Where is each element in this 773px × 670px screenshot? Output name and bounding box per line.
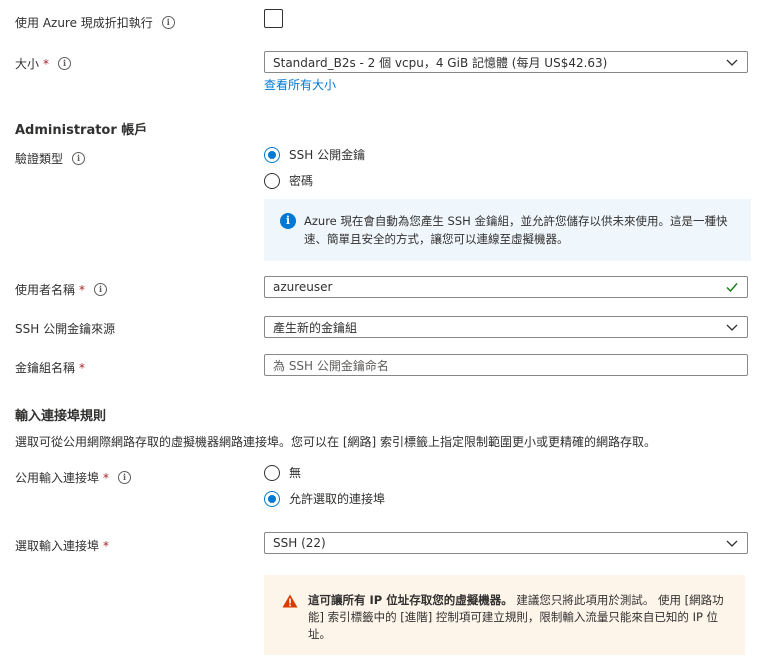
ssh-source-dropdown[interactable]: 產生新的金鑰組 [264, 316, 748, 338]
required-asterisk: * [103, 538, 110, 553]
required-asterisk: * [103, 470, 110, 485]
auth-ssh-radio[interactable]: SSH 公開金鑰 [264, 146, 365, 163]
auth-password-radio[interactable]: 密碼 [264, 172, 313, 189]
required-asterisk: * [79, 282, 86, 297]
size-dropdown[interactable]: Standard_B2s - 2 個 vcpu，4 GiB 記憶體 (每月 US… [264, 51, 748, 73]
admin-section-title: Administrator 帳戶 [15, 123, 148, 138]
info-icon[interactable]: i [72, 152, 86, 165]
warning-icon [282, 594, 298, 608]
inbound-none-radio[interactable]: 無 [264, 464, 301, 481]
auth-type-label: 驗證類型 i [15, 150, 86, 167]
info-icon: i [280, 213, 296, 229]
info-icon[interactable]: i [161, 16, 175, 29]
ssh-source-label: SSH 公開金鑰來源 [15, 322, 116, 336]
keypair-name-input[interactable]: 為 SSH 公開金鑰命名 [264, 354, 748, 376]
chevron-down-icon [726, 59, 738, 66]
radio-selected [264, 146, 280, 163]
info-icon[interactable]: i [118, 471, 132, 484]
required-asterisk: * [43, 56, 50, 71]
size-label: 大小 * i [15, 55, 72, 72]
inbound-allow-radio[interactable]: 允許選取的連接埠 [264, 490, 385, 507]
keypair-name-label: 金鑰組名稱 * [15, 360, 86, 376]
username-label: 使用者名稱 * i [15, 281, 108, 298]
info-icon[interactable]: i [58, 57, 72, 70]
inbound-description: 選取可從公用網際網路存取的虛擬機器網路連接埠。您可以在 [網路] 索引標籤上指定… [15, 435, 656, 449]
public-inbound-label: 公用輸入連接埠 * i [15, 469, 132, 486]
inbound-ports-dropdown[interactable]: SSH (22) [264, 532, 748, 554]
chevron-down-icon [726, 324, 738, 331]
required-asterisk: * [79, 360, 86, 375]
radio-unselected [264, 172, 280, 189]
chevron-down-icon [726, 540, 738, 547]
spot-discount-label: 使用 Azure 現成折扣執行 i [15, 14, 175, 31]
spot-discount-checkbox[interactable] [264, 9, 283, 28]
ssh-info-box: i Azure 現在會自動為您產生 SSH 金鑰組，並允許您儲存以供未來使用。這… [264, 199, 751, 261]
checkmark-icon [726, 283, 738, 293]
inbound-warning-box: 這可讓所有 IP 位址存取您的虛擬機器。 建議您只將此項用於測試。 使用 [網路… [264, 575, 745, 655]
username-input[interactable]: azureuser [264, 276, 748, 298]
inbound-section-title: 輸入連接埠規則 [15, 409, 107, 424]
select-inbound-label: 選取輸入連接埠 * [15, 538, 110, 554]
info-icon[interactable]: i [94, 283, 108, 296]
see-all-sizes-link[interactable]: 查看所有大小 [264, 76, 336, 93]
radio-selected [264, 490, 280, 507]
radio-unselected [264, 464, 280, 481]
